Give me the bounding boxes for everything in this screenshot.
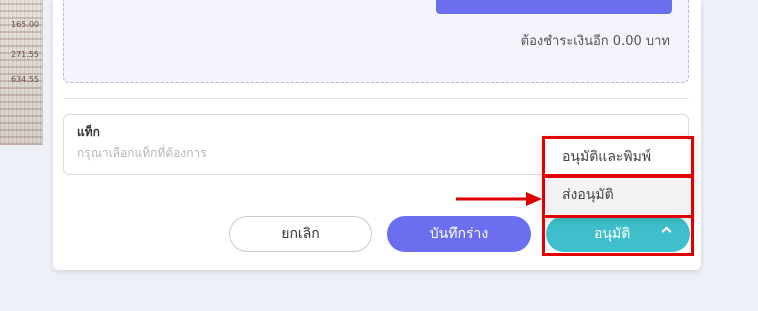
tag-label: แท็ก <box>77 125 100 139</box>
payment-section: ต้องชำระเงินอีก 0.00 บาท <box>63 0 689 83</box>
receipt-amount: 165.00 <box>11 20 39 29</box>
receipt-image-thumbnail[interactable]: 165.00 271.55 634.55 <box>0 0 43 145</box>
save-draft-button[interactable]: บันทึกร่าง <box>387 216 531 252</box>
highlight-box-approve-and-print <box>542 136 694 177</box>
receipt-amount: 634.55 <box>11 75 39 84</box>
receipt-amount: 271.55 <box>11 50 39 59</box>
highlight-box-submit-for-approval <box>542 175 694 218</box>
section-divider <box>63 98 689 99</box>
cancel-button[interactable]: ยกเลิก <box>229 216 372 252</box>
tag-placeholder: กรุณาเลือกแท็กที่ต้องการ <box>77 146 207 160</box>
add-payment-button[interactable] <box>436 0 672 14</box>
remaining-amount-text: ต้องชำระเงินอีก 0.00 บาท <box>520 34 670 49</box>
pointer-arrow-icon <box>456 192 542 206</box>
highlight-box-approve-button <box>542 215 694 256</box>
